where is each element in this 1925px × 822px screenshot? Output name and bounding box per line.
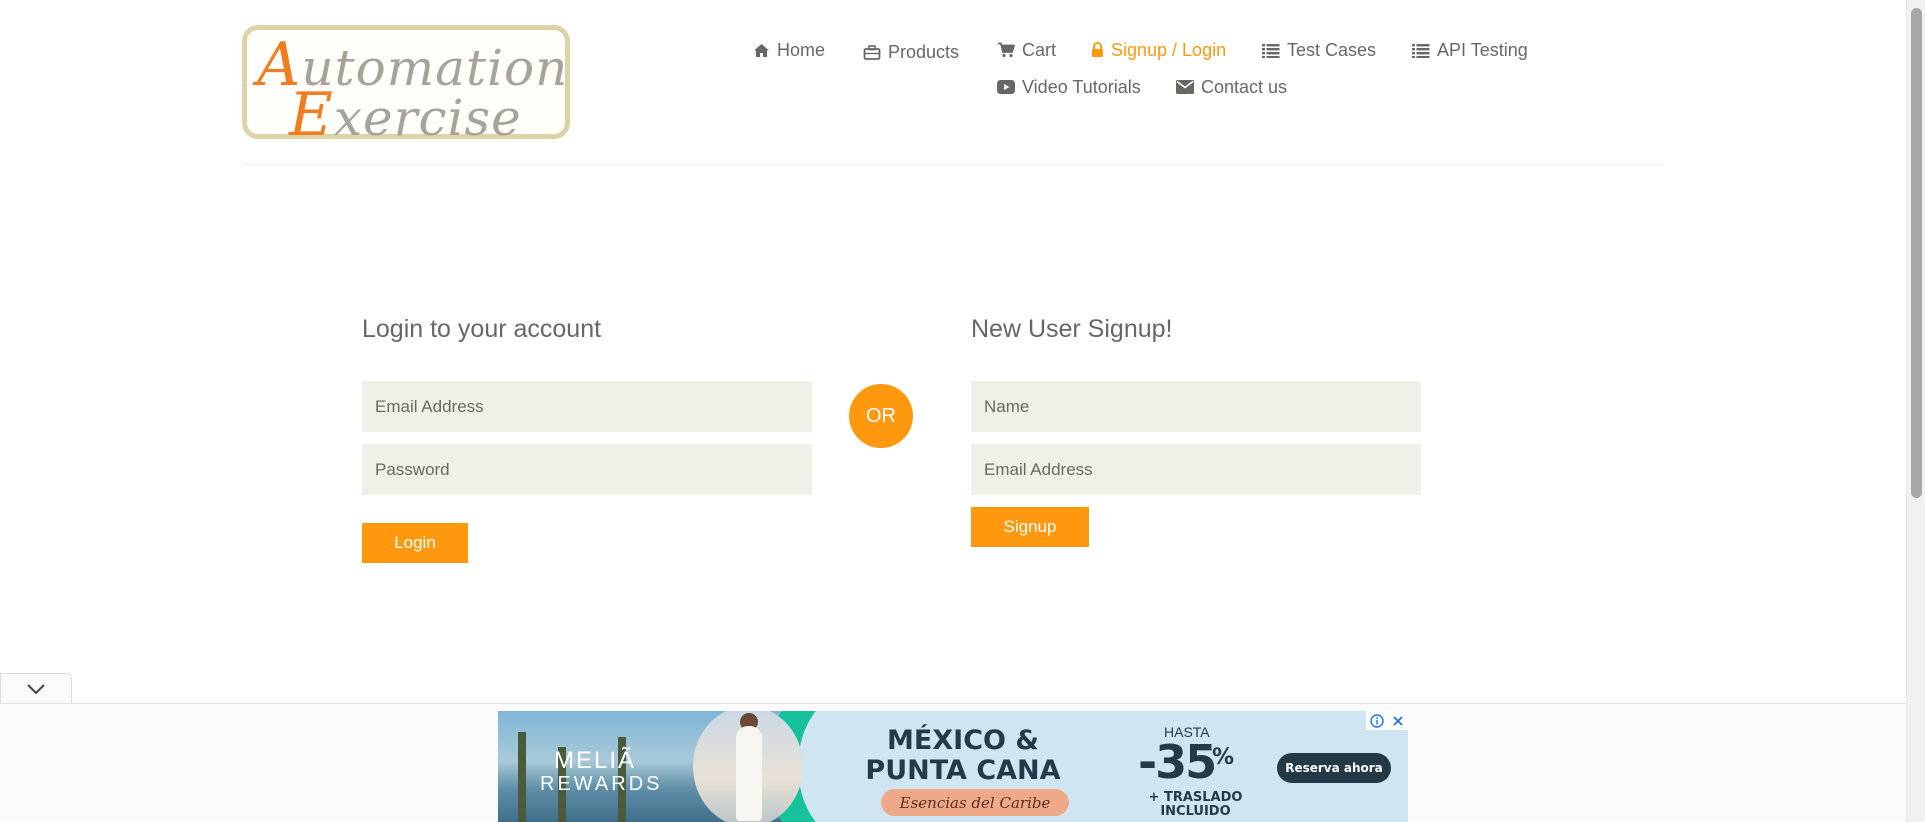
lock-icon: [1092, 42, 1103, 57]
nav-home[interactable]: Home: [753, 35, 825, 65]
chevron-down-icon: [27, 684, 45, 695]
signup-name-input[interactable]: [971, 381, 1421, 432]
nav-products[interactable]: Products: [863, 37, 959, 67]
cart-icon: [998, 42, 1015, 58]
login-button[interactable]: Login: [362, 523, 468, 563]
ad-brand-line1: MELIÃ: [554, 747, 637, 774]
nav-signup-login-label: Signup / Login: [1111, 39, 1227, 60]
info-icon[interactable]: [1370, 713, 1384, 728]
close-icon[interactable]: [1392, 715, 1404, 727]
nav-cart-label: Cart: [1022, 39, 1057, 60]
nav-signup-login[interactable]: Signup / Login: [1091, 35, 1226, 65]
scrollbar-thumb[interactable]: [1911, 8, 1922, 498]
home-icon: [754, 43, 769, 57]
nav-contact-us-label: Contact us: [1201, 76, 1288, 97]
signup-button[interactable]: Signup: [971, 507, 1089, 547]
nav-video-tutorials[interactable]: Video Tutorials: [997, 72, 1141, 102]
ad-controls: [1366, 711, 1408, 730]
login-password-input[interactable]: [362, 444, 812, 495]
site-logo[interactable]: Automation Exercise: [242, 25, 570, 150]
nav-video-tutorials-label: Video Tutorials: [1022, 76, 1141, 97]
nav-home-label: Home: [777, 39, 826, 60]
page: Automation Exercise Home Products Cart S…: [0, 0, 1906, 822]
ad-extra: + TRASLADO INCLUIDO: [1148, 790, 1243, 819]
login-email-input[interactable]: [362, 381, 812, 432]
nav-api-testing-label: API Testing: [1437, 39, 1528, 60]
logo-line-2: Exercise: [289, 80, 522, 150]
list-icon: [1262, 43, 1280, 58]
ad-brand-line2: REWARDS: [540, 773, 663, 795]
ad-headline: MÉXICO & PUNTA CANA: [865, 725, 1061, 786]
nav-api-testing[interactable]: API Testing: [1412, 35, 1528, 65]
signup-form-title: New User Signup!: [971, 315, 1173, 343]
envelope-icon: [1176, 80, 1194, 94]
nav-test-cases-label: Test Cases: [1287, 39, 1377, 60]
ad-tagline: Esencias del Caribe: [881, 789, 1069, 816]
page-scrollbar[interactable]: [1906, 0, 1925, 822]
header-divider: [242, 164, 1664, 165]
ad-cta-button[interactable]: Reserva ahora: [1277, 753, 1391, 783]
nav-test-cases[interactable]: Test Cases: [1262, 35, 1376, 65]
ad-banner[interactable]: MELIÃ REWARDS MÉXICO & PUNTA CANA Esenci…: [498, 711, 1408, 822]
ad-collapse-toggle[interactable]: [0, 673, 72, 704]
or-divider-badge: OR: [849, 384, 913, 448]
briefcase-icon: [863, 44, 881, 60]
ad-discount: -35: [1138, 735, 1217, 789]
signup-email-input[interactable]: [971, 444, 1421, 495]
nav-cart[interactable]: Cart: [997, 35, 1056, 65]
youtube-play-icon: [997, 80, 1015, 94]
login-form-title: Login to your account: [362, 315, 602, 343]
list-icon: [1412, 43, 1430, 58]
ad-percent: %: [1212, 745, 1235, 770]
nav-contact-us[interactable]: Contact us: [1176, 72, 1287, 102]
nav-products-label: Products: [888, 41, 960, 62]
